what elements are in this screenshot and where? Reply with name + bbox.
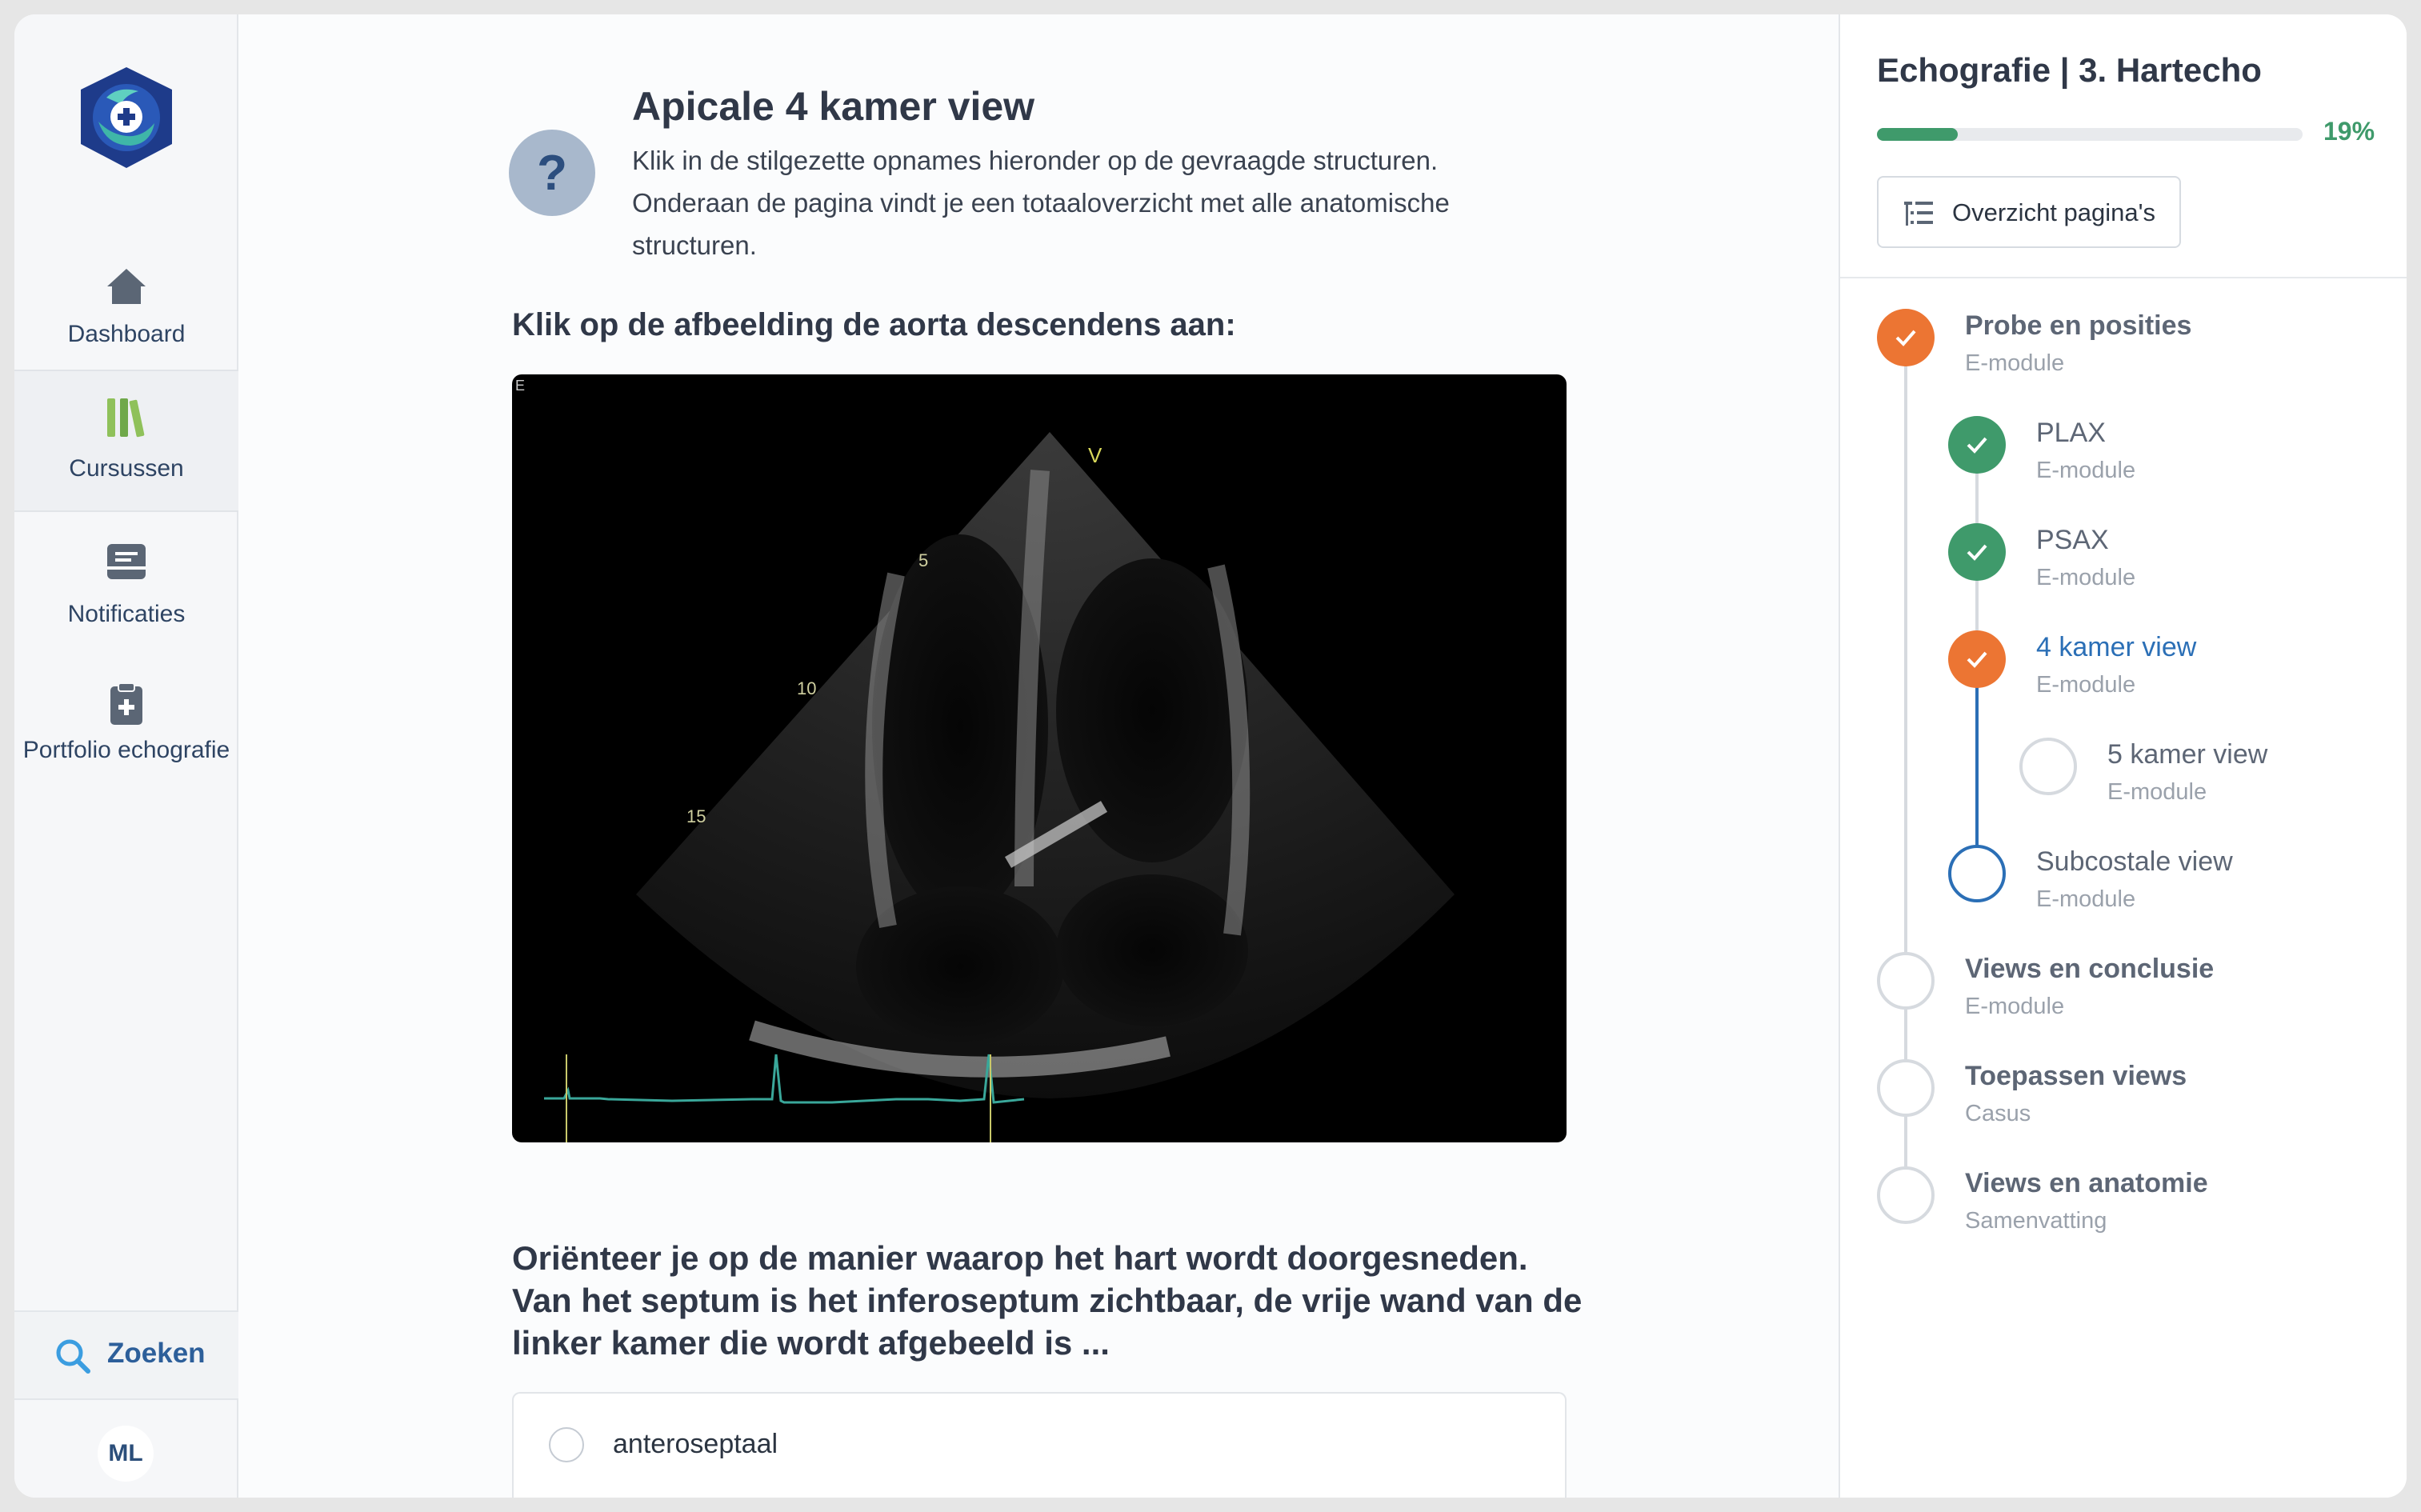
- step-title[interactable]: 5 kamer view: [2107, 739, 2267, 770]
- answer-option[interactable]: anteroseptaal: [512, 1392, 1567, 1498]
- step-subtitle: E-module: [2036, 886, 2136, 912]
- nav-label-dashboard: Dashboard: [67, 321, 186, 347]
- step-subtitle: E-module: [1965, 350, 2065, 376]
- checkmark-icon: [1967, 437, 1987, 454]
- step-subtitle: E-module: [2036, 458, 2136, 483]
- page-title: Apicale 4 kamer view: [632, 84, 1035, 129]
- step-status-done: [1948, 523, 2006, 581]
- step-title[interactable]: PLAX: [2036, 418, 2106, 449]
- step-subtitle: E-module: [2107, 779, 2207, 805]
- step-subtitle: E-module: [2036, 672, 2136, 698]
- books-icon: [107, 398, 145, 438]
- main-content: ? Apicale 4 kamer view Klik in de stilge…: [240, 14, 1853, 1498]
- step-title[interactable]: Toepassen views: [1965, 1061, 2187, 1092]
- checkmark-icon: [1967, 651, 1987, 668]
- inbox-icon: [107, 544, 146, 579]
- checkmark-icon: [1967, 544, 1987, 561]
- step-subtitle: E-module: [1965, 994, 2065, 1019]
- app-logo[interactable]: [74, 66, 178, 170]
- step-status-done: [1877, 309, 1935, 366]
- progress-percent: 19%: [2323, 117, 2375, 146]
- step-status-todo: [2019, 738, 2077, 795]
- depth-label-15: 15: [686, 806, 706, 826]
- overview-pages-button[interactable]: Overzicht pagina's: [1877, 176, 2181, 248]
- progress-bar: [1877, 128, 2303, 141]
- step-title[interactable]: Views en conclusie: [1965, 954, 2214, 985]
- avatar[interactable]: ML: [98, 1426, 154, 1482]
- nav-label-portfolio: Portfolio echografie: [22, 737, 230, 763]
- clipboard-plus-icon: [110, 682, 142, 725]
- app-window: Dashboard Cursussen Notificaties Portfol…: [14, 14, 2407, 1498]
- course-title: Echografie | 3. Hartecho: [1877, 51, 2262, 89]
- step-subtitle: E-module: [2036, 565, 2136, 590]
- search-icon: [56, 1339, 90, 1374]
- overview-button-label: Overzicht pagina's: [1952, 198, 2156, 226]
- step-status-todo: [1877, 952, 1935, 1010]
- nav-item-portfolio[interactable]: Portfolio echografie: [14, 677, 238, 837]
- step-status-todo: [1877, 1166, 1935, 1224]
- exercise-prompt: Klik op de afbeelding de aorta descenden…: [512, 307, 1236, 342]
- question-mark-icon: ?: [509, 130, 595, 216]
- step-status-todo: [1877, 1059, 1935, 1117]
- probe-marker-label: V: [1088, 443, 1102, 467]
- nav-item-cursussen[interactable]: Cursussen: [14, 370, 238, 512]
- list-tree-icon: [1904, 202, 1933, 226]
- nav-label-notificaties: Notificaties: [67, 601, 186, 627]
- step-title-current[interactable]: 4 kamer view: [2036, 632, 2196, 663]
- step-status-done: [1948, 416, 2006, 474]
- main-navigation: Dashboard Cursussen Notificaties Portfol…: [14, 14, 238, 1498]
- step-subtitle: Samenvatting: [1965, 1208, 2107, 1234]
- step-status-next: [1948, 845, 2006, 902]
- ultrasound-image-drawing: V 5 10 15 E: [515, 378, 1455, 1142]
- user-menu[interactable]: ML: [14, 1398, 238, 1498]
- ultrasound-image[interactable]: V 5 10 15 E: [512, 374, 1567, 1142]
- depth-label-5: 5: [918, 550, 928, 570]
- question-text: Oriënteer je op de manier waarop het har…: [512, 1239, 1583, 1362]
- depth-label-10: 10: [797, 678, 816, 698]
- course-progress-panel: Echografie | 3. Hartecho 19% Overzicht p…: [1839, 14, 2407, 1498]
- corner-label: E: [515, 378, 525, 394]
- panel-divider: [1840, 277, 2407, 278]
- nav-label-cursussen: Cursussen: [69, 455, 184, 482]
- nav-item-notificaties[interactable]: Notificaties: [14, 530, 238, 672]
- step-title[interactable]: PSAX: [2036, 525, 2109, 556]
- answer-radio[interactable]: [549, 1427, 584, 1462]
- search-button[interactable]: Zoeken: [14, 1310, 238, 1398]
- page-description: Klik in de stilgezette opnames hieronder…: [632, 146, 1450, 260]
- answer-label: anteroseptaal: [613, 1429, 778, 1459]
- home-icon: [107, 269, 146, 304]
- search-label: Zoeken: [107, 1338, 206, 1369]
- step-subtitle: Casus: [1965, 1101, 2031, 1126]
- step-title[interactable]: Views en anatomie: [1965, 1168, 2208, 1199]
- checkmark-icon: [1895, 330, 1916, 346]
- progress-bar-fill: [1877, 128, 1959, 141]
- step-title[interactable]: Subcostale view: [2036, 846, 2233, 878]
- nav-item-dashboard[interactable]: Dashboard: [14, 246, 238, 389]
- step-status-current: [1948, 630, 2006, 688]
- step-title[interactable]: Probe en posities: [1965, 310, 2191, 342]
